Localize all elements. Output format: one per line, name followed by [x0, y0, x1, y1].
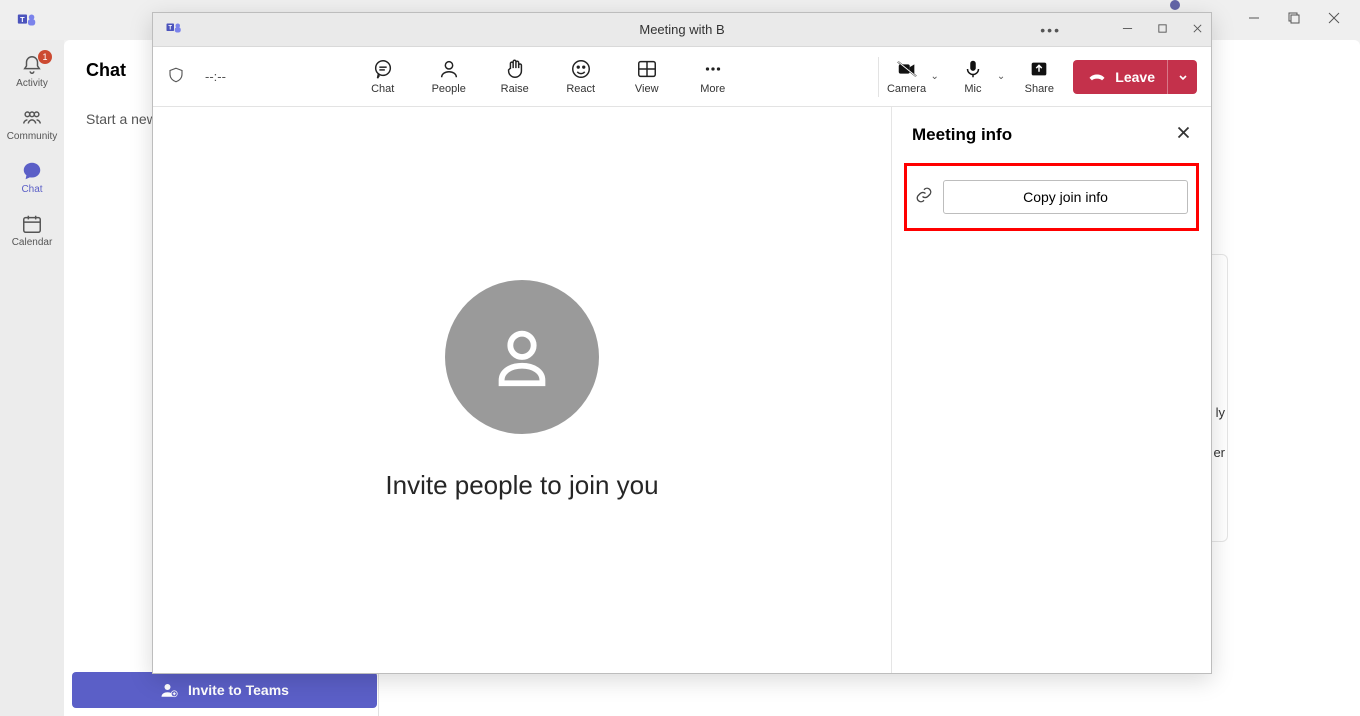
- meeting-toolbar: --:-- Chat People Raise React View: [153, 47, 1211, 107]
- toolbar-camera-button[interactable]: Camera: [887, 58, 927, 95]
- titlebar-more-icon[interactable]: •••: [1040, 22, 1061, 38]
- stage-invite-text: Invite people to join you: [385, 470, 658, 501]
- copy-join-info-highlight: Copy join info: [904, 163, 1199, 231]
- toolbar-react-button[interactable]: React: [561, 58, 601, 95]
- meeting-titlebar: T Meeting with B •••: [153, 13, 1211, 47]
- teams-logo: T: [16, 9, 38, 31]
- meeting-close-button[interactable]: [1192, 22, 1203, 37]
- svg-text:T: T: [168, 25, 172, 31]
- app-close-button[interactable]: [1328, 11, 1340, 29]
- sidebar-item-chat[interactable]: Chat: [4, 156, 60, 199]
- background-partial-panel: ly er: [1212, 254, 1228, 542]
- sidebar-item-label: Community: [7, 131, 58, 142]
- copy-join-info-button[interactable]: Copy join info: [943, 180, 1188, 214]
- toolbar-more-button[interactable]: More: [693, 58, 733, 95]
- hangup-icon: [1087, 67, 1107, 87]
- leave-split-chevron[interactable]: [1167, 60, 1197, 94]
- app-sidebar: 1 Activity Community Chat Calendar: [0, 40, 64, 716]
- more-icon: [702, 58, 724, 80]
- sidebar-item-label: Activity: [16, 78, 48, 89]
- sidebar-item-label: Chat: [21, 184, 42, 195]
- presence-dot: [1170, 0, 1180, 10]
- people-icon: [438, 58, 460, 80]
- camera-chevron-icon[interactable]: ⌄: [931, 71, 939, 82]
- teams-logo: T: [165, 19, 187, 41]
- avatar-placeholder: [445, 280, 599, 434]
- invite-to-teams-label: Invite to Teams: [188, 682, 289, 698]
- sidebar-item-label: Calendar: [12, 237, 53, 248]
- toolbar-share-button[interactable]: Share: [1019, 58, 1059, 95]
- meeting-window: T Meeting with B ••• --:-- Chat People: [152, 12, 1212, 674]
- meeting-maximize-button[interactable]: [1157, 22, 1168, 37]
- meeting-body: Invite people to join you Meeting info C…: [153, 107, 1211, 673]
- toolbar-mic-button[interactable]: Mic: [953, 58, 993, 95]
- toolbar-people-button[interactable]: People: [429, 58, 469, 95]
- activity-badge: 1: [38, 50, 52, 64]
- panel-close-button[interactable]: [1176, 125, 1191, 145]
- chat-icon: [372, 58, 394, 80]
- svg-text:T: T: [20, 15, 25, 24]
- meeting-timer: --:--: [205, 69, 226, 84]
- sidebar-item-community[interactable]: Community: [4, 103, 60, 146]
- mic-icon: [962, 58, 984, 80]
- toolbar-chat-button[interactable]: Chat: [363, 58, 403, 95]
- toolbar-view-button[interactable]: View: [627, 58, 667, 95]
- toolbar-divider: [878, 57, 879, 97]
- app-maximize-button[interactable]: [1288, 11, 1300, 29]
- sidebar-item-activity[interactable]: 1 Activity: [4, 50, 60, 93]
- meeting-stage: Invite people to join you: [153, 107, 891, 673]
- view-icon: [636, 58, 658, 80]
- toolbar-raise-button[interactable]: Raise: [495, 58, 535, 95]
- meeting-info-panel: Meeting info Copy join info: [891, 107, 1211, 673]
- link-icon: [915, 186, 933, 209]
- app-minimize-button[interactable]: [1248, 11, 1260, 29]
- leave-button[interactable]: Leave: [1073, 60, 1197, 94]
- leave-label: Leave: [1115, 69, 1155, 85]
- react-icon: [570, 58, 592, 80]
- shield-icon[interactable]: [167, 65, 185, 88]
- mic-chevron-icon[interactable]: ⌄: [997, 71, 1005, 82]
- panel-title: Meeting info: [912, 125, 1012, 145]
- sidebar-item-calendar[interactable]: Calendar: [4, 209, 60, 252]
- share-icon: [1028, 58, 1050, 80]
- raise-hand-icon: [504, 58, 526, 80]
- meeting-minimize-button[interactable]: [1122, 22, 1133, 37]
- invite-to-teams-button[interactable]: Invite to Teams: [72, 672, 377, 708]
- camera-off-icon: [895, 58, 919, 80]
